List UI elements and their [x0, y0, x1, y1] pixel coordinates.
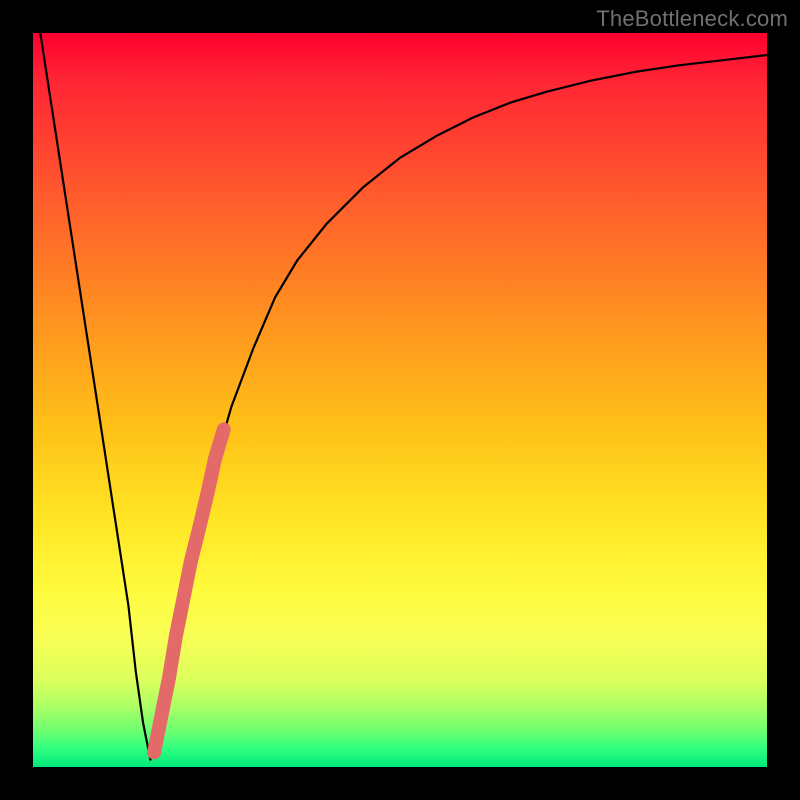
- recommended-range-marker: [154, 429, 224, 752]
- watermark-text: TheBottleneck.com: [596, 6, 788, 32]
- bottleneck-curve: [40, 33, 767, 760]
- chart-frame: TheBottleneck.com: [0, 0, 800, 800]
- chart-overlay: [33, 33, 767, 767]
